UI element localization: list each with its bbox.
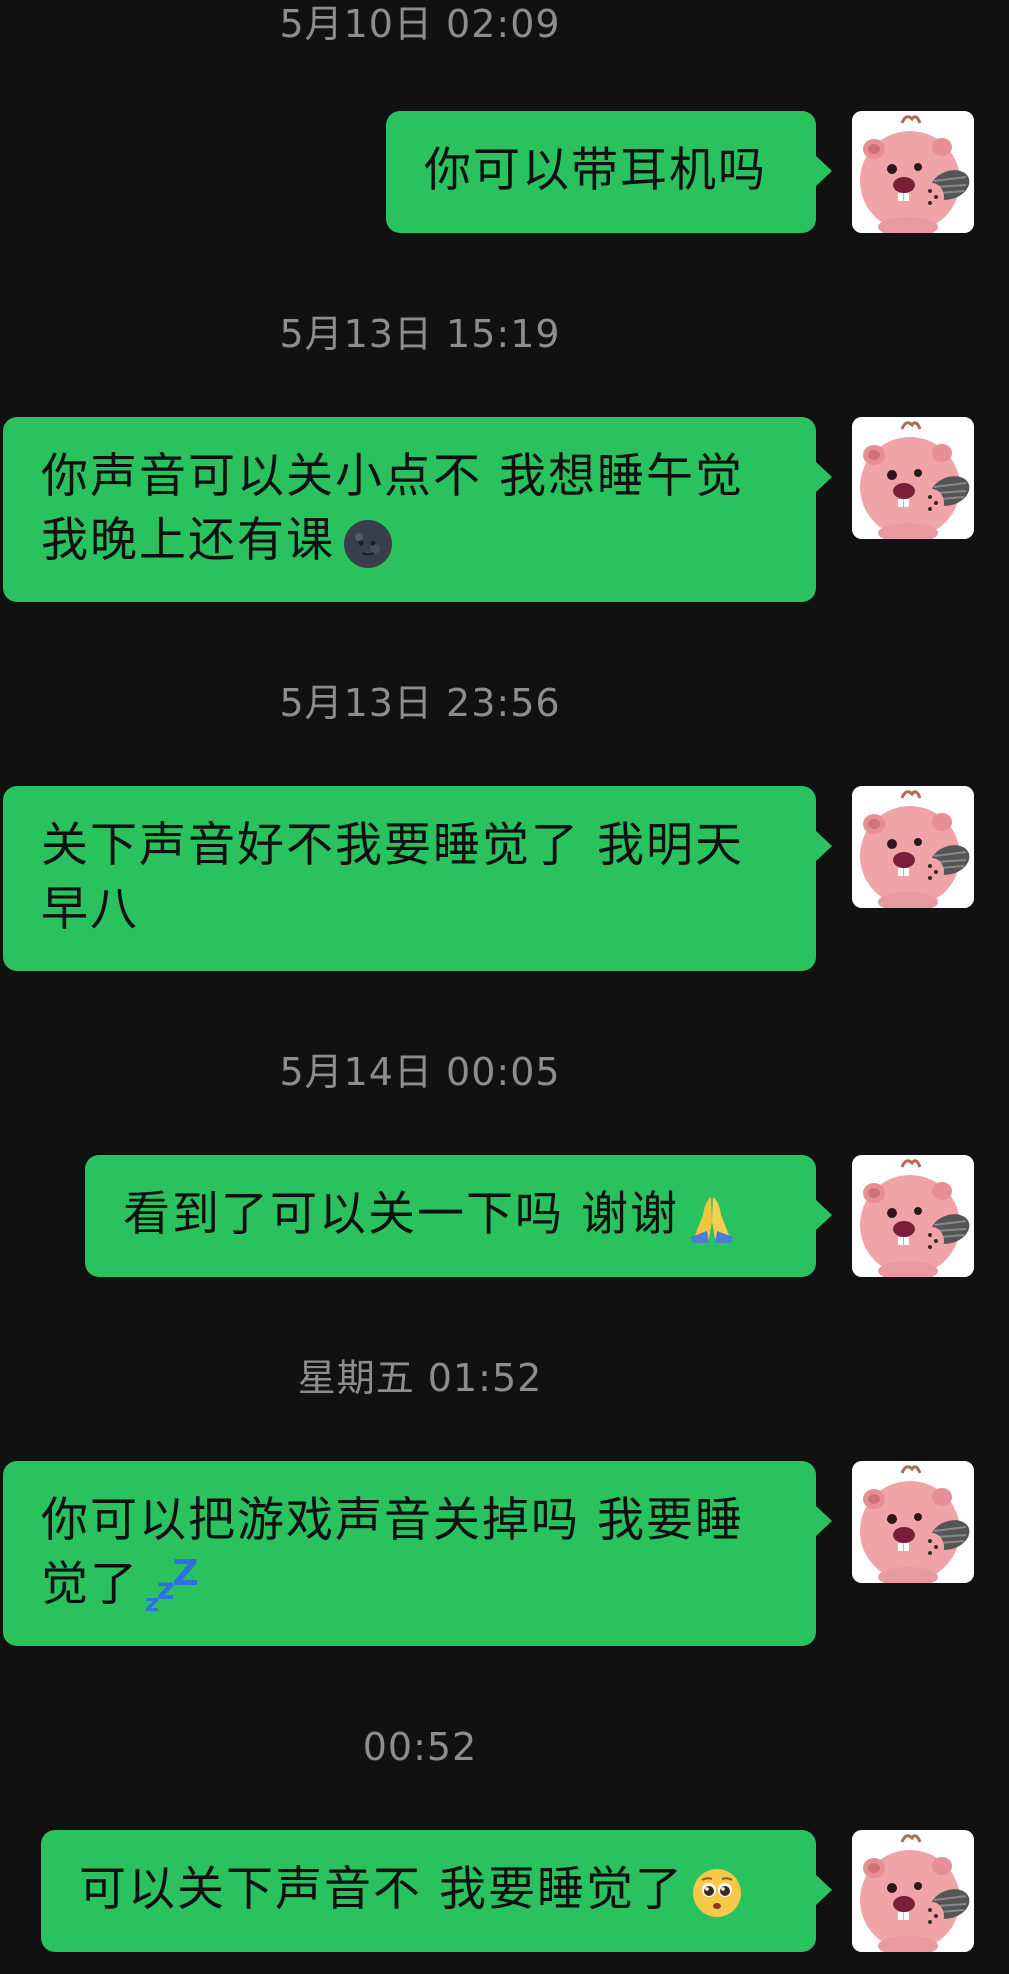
message-bubble[interactable]: 可以关下声音不 我要睡觉了 [41,1830,832,1952]
timestamp: 星期五 01:52 [297,1356,543,1400]
message-bubble[interactable]: 你声音可以关小点不 我想睡午觉 我晚上还有课 [3,417,832,602]
message-bubble[interactable]: 关下声音好不我要睡觉了 我明天 早八 [3,786,832,971]
message-text: 你可以把游戏声音关掉吗 我要睡 [41,1493,744,1548]
message-text-line-2: 觉了 zzZ [41,1553,199,1618]
pink-beaver-avatar-icon [852,1155,974,1277]
pink-beaver-avatar-icon [852,1830,974,1952]
timestamp: 5月13日 15:19 [279,312,561,356]
avatar[interactable] [852,786,974,908]
timestamp: 00:52 [362,1725,478,1769]
zzz-emoji-icon: zzZ [145,1553,199,1618]
message-text: 你声音可以关小点不 我想睡午觉 [41,449,744,504]
message-text-line-2: 我晚上还有课 [41,509,778,573]
message-bubble[interactable]: 你可以把游戏声音关掉吗 我要睡 觉了 zzZ [3,1461,832,1646]
message-text: 看到了可以关一下吗 谢谢 [123,1187,679,1242]
message-text: 你可以带耳机吗 [424,143,767,198]
message-bubble[interactable]: 你可以带耳机吗 [386,111,832,233]
avatar[interactable] [852,111,974,233]
new-moon-face-emoji-icon [341,517,395,571]
message-text: 关下声音好不我要睡觉了 我明天 [41,818,744,873]
pink-beaver-avatar-icon [852,786,974,908]
pink-beaver-avatar-icon [852,417,974,539]
message-text-line-2: 早八 [41,882,139,937]
timestamp: 5月10日 02:09 [279,2,561,46]
message-text: 可以关下声音不 我要睡觉了 [79,1862,684,1917]
pink-beaver-avatar-icon [852,1461,974,1583]
avatar[interactable] [852,417,974,539]
pink-beaver-avatar-icon [852,111,974,233]
avatar[interactable] [852,1461,974,1583]
avatar[interactable] [852,1155,974,1277]
folded-hands-emoji-icon [685,1191,739,1245]
timestamp: 5月14日 00:05 [279,1050,561,1094]
timestamp: 5月13日 23:56 [279,681,561,725]
message-bubble[interactable]: 看到了可以关一下吗 谢谢 [85,1155,832,1277]
pleading-face-emoji-icon [690,1866,744,1920]
avatar[interactable] [852,1830,974,1952]
